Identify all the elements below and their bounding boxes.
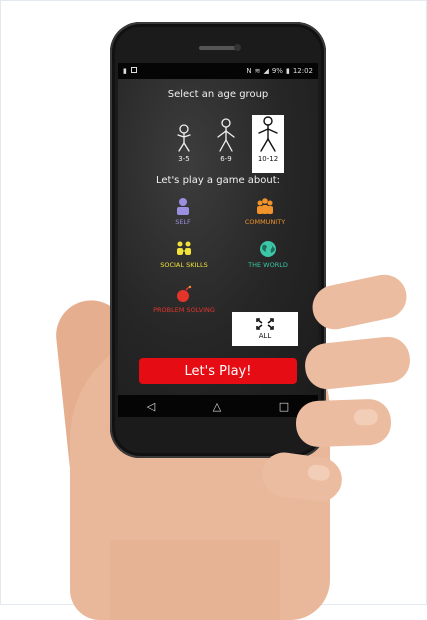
battery-icon: ▮ (285, 67, 290, 75)
stick-figure-medium-icon (217, 118, 235, 152)
nfc-icon: N (246, 67, 252, 75)
age-label: 6-9 (220, 155, 232, 163)
topic-label: THE WORLD (248, 261, 288, 269)
app-screen: ▮ N ≋ ◢ 9% ▮ 12:02 Select an age group 3… (118, 63, 318, 395)
lets-play-button[interactable]: Let's Play! (139, 358, 297, 384)
bomb-icon (177, 285, 192, 302)
phone-speaker (199, 46, 237, 50)
phone-camera (234, 44, 241, 51)
age-group-heading: Select an age group (167, 89, 269, 100)
topic-label: SELF (175, 218, 191, 226)
topic-label: ALL (258, 332, 272, 340)
hand-wrist (110, 540, 280, 620)
fingernail (306, 463, 331, 482)
globe-icon (260, 241, 276, 257)
topic-all[interactable]: ALL (232, 312, 298, 346)
people-pair-icon (177, 241, 191, 255)
topic-problem-solving[interactable]: PROBLEM SOLVING (144, 285, 224, 314)
recents-button[interactable]: □ (279, 400, 289, 413)
age-option-3-5[interactable]: 3-5 (168, 115, 200, 173)
sim-icon: ▮ (123, 67, 127, 75)
signal-icon: ◢ (263, 67, 269, 75)
age-label: 3-5 (178, 155, 190, 163)
topic-the-world[interactable]: THE WORLD (238, 240, 298, 269)
notification-icon (130, 67, 137, 73)
clock: 12:02 (292, 67, 313, 75)
topic-community[interactable]: COMMUNITY (235, 197, 295, 226)
topic-label: PROBLEM SOLVING (153, 306, 215, 314)
android-nav-bar: ◁ △ □ (118, 395, 318, 417)
topic-label: COMMUNITY (244, 218, 286, 226)
fingernail (353, 408, 379, 426)
wifi-icon: ≋ (254, 67, 261, 75)
topic-social-skills[interactable]: SOCIAL SKILLS (148, 240, 220, 269)
group-icon (257, 198, 273, 214)
age-option-10-12[interactable]: 10-12 (252, 115, 284, 173)
home-button[interactable]: △ (213, 400, 221, 413)
ring-finger (295, 398, 392, 448)
expand-icon (256, 318, 274, 330)
stick-figure-large-icon (258, 116, 278, 152)
status-bar: ▮ N ≋ ◢ 9% ▮ 12:02 (118, 63, 318, 79)
topic-self[interactable]: SELF (163, 197, 203, 226)
person-icon (177, 198, 189, 215)
topic-label: SOCIAL SKILLS (160, 261, 208, 269)
stick-figure-small-icon (177, 124, 191, 152)
back-button[interactable]: ◁ (147, 400, 155, 413)
phone: ▮ N ≋ ◢ 9% ▮ 12:02 Select an age group 3… (110, 22, 326, 458)
age-label: 10-12 (257, 155, 279, 163)
battery-label: 9% (271, 67, 283, 75)
topic-heading: Let's play a game about: (155, 175, 281, 186)
age-option-6-9[interactable]: 6-9 (210, 115, 242, 173)
